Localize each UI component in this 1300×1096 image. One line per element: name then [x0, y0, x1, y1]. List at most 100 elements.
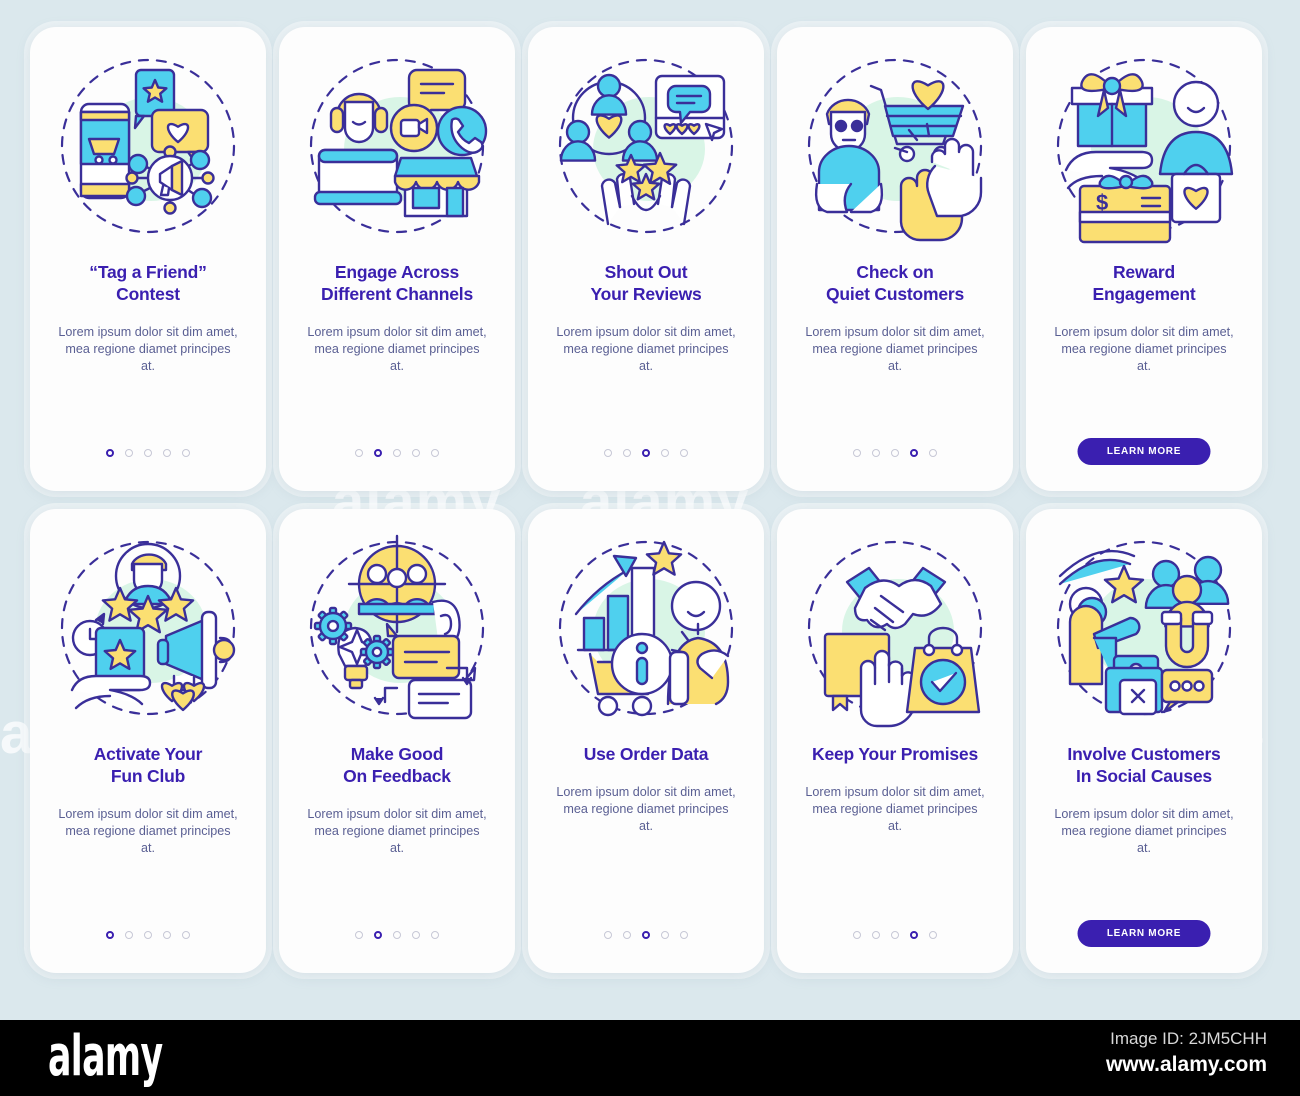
card-title-line: Make Good [350, 744, 444, 764]
pagination-dot[interactable] [929, 449, 937, 457]
pagination-dot[interactable] [623, 931, 631, 939]
card-title-line: Fun Club [110, 766, 186, 786]
pagination-dot[interactable] [431, 449, 439, 457]
pagination-dots [777, 931, 1013, 939]
card-title-line: Quiet Customers [826, 284, 964, 304]
pagination-dot[interactable] [125, 931, 133, 939]
illustration-quiet-customers [807, 58, 983, 242]
card-title: Activate Your Fun Club [48, 743, 248, 787]
card-title-line: Engage Across [334, 262, 460, 282]
illustration-shout-out-reviews [558, 58, 734, 234]
card-illustration [528, 519, 764, 737]
pagination-dots [528, 449, 764, 457]
pagination-dot-active[interactable] [106, 449, 114, 457]
card-title: Keep Your Promises [795, 743, 995, 765]
illustration-engage-channels [309, 58, 488, 234]
onboarding-card-involve-customers-in-social-causes[interactable]: Involve Customers In Social Causes Lorem i… [1026, 509, 1262, 973]
pagination-dot-active[interactable] [642, 449, 650, 457]
card-title: Make Good On Feedback [297, 743, 497, 787]
card-illustration [279, 37, 515, 255]
pagination-dot[interactable] [872, 449, 880, 457]
pagination-dot-active[interactable] [374, 931, 382, 939]
learn-more-button[interactable]: LEARN MORE [1077, 438, 1211, 465]
onboarding-card-shout-out-your-reviews[interactable]: Shout Out Your Reviews Lorem ipsum dolor s… [528, 27, 764, 491]
pagination-dot[interactable] [355, 449, 363, 457]
pagination-dots [279, 449, 515, 457]
pagination-dot[interactable] [431, 931, 439, 939]
pagination-dot[interactable] [604, 449, 612, 457]
card-title-line: In Social Causes [1076, 766, 1212, 786]
pagination-dot-active[interactable] [910, 449, 918, 457]
pagination-dot-active[interactable] [374, 449, 382, 457]
pagination-dot[interactable] [393, 931, 401, 939]
onboarding-screens-grid: “Tag a Friend” Contest Lorem ipsum dolor s… [30, 27, 1270, 973]
pagination-dot[interactable] [891, 931, 899, 939]
card-title-line: Keep Your Promises [812, 744, 978, 764]
card-body-text: Lorem ipsum dolor sit dim amet, mea regi… [1054, 325, 1234, 373]
pagination-dot[interactable] [661, 931, 669, 939]
card-illustration [528, 37, 764, 255]
illustration-tag-a-friend [60, 58, 236, 234]
website-label: www.alamy.com [1105, 1053, 1267, 1076]
card-body-text: Lorem ipsum dolor sit dim amet, mea regi… [805, 785, 985, 833]
onboarding-card-activate-your-fun-club[interactable]: Activate Your Fun Club Lorem ipsum dolor s… [30, 509, 266, 973]
pagination-dot-active[interactable] [106, 931, 114, 939]
card-title-line: Activate Your [93, 744, 203, 764]
card-illustration [279, 519, 515, 737]
illustration-use-order-data [558, 540, 734, 717]
pagination-dot[interactable] [355, 931, 363, 939]
pagination-dot[interactable] [853, 449, 861, 457]
pagination-dot[interactable] [891, 449, 899, 457]
card-title: “Tag a Friend” Contest [48, 261, 248, 305]
poster-canvas: alamy alamy alamy a “Tag a Friend”Contes… [0, 0, 1300, 1020]
pagination-dots [30, 931, 266, 939]
card-illustration [777, 519, 1013, 737]
pagination-dot[interactable] [182, 931, 190, 939]
card-title: Use Order Data [546, 743, 746, 765]
pagination-dot[interactable] [680, 449, 688, 457]
onboarding-card-use-order-data[interactable]: Use Order Data Lorem ipsum dolor sit dim … [528, 509, 764, 973]
card-body-text: Lorem ipsum dolor sit dim amet, mea regi… [805, 325, 985, 373]
pagination-dot[interactable] [661, 449, 669, 457]
pagination-dot[interactable] [412, 449, 420, 457]
pagination-dot[interactable] [872, 931, 880, 939]
learn-more-button[interactable]: LEARN MORE [1077, 920, 1211, 947]
pagination-dot[interactable] [623, 449, 631, 457]
pagination-dot[interactable] [604, 931, 612, 939]
onboarding-card-reward-engagement[interactable]: $ Reward Engagement Lorem ipsum dolor sit d… [1026, 27, 1262, 491]
card-title-line: “Tag a Friend” [89, 262, 207, 282]
onboarding-card-check-on-quiet-customers[interactable]: Check on Quiet Customers Lorem ipsum dolor… [777, 27, 1013, 491]
pagination-dots [528, 931, 764, 939]
card-title-line: Involve Customers [1067, 744, 1221, 764]
pagination-dot[interactable] [412, 931, 420, 939]
pagination-dot[interactable] [929, 931, 937, 939]
pagination-dot[interactable] [144, 449, 152, 457]
card-title-line: Reward [1112, 262, 1175, 282]
illustration-reward-engagement: $ [1056, 58, 1234, 244]
pagination-dot[interactable] [393, 449, 401, 457]
card-title: Engage Across Different Channels [297, 261, 497, 305]
pagination-dots [777, 449, 1013, 457]
card-illustration [777, 37, 1013, 255]
onboarding-card-keep-your-promises[interactable]: Keep Your Promises Lorem ipsum dolor sit … [777, 509, 1013, 973]
card-body-text: Lorem ipsum dolor sit dim amet, mea regi… [307, 325, 487, 373]
pagination-dot-active[interactable] [642, 931, 650, 939]
pagination-dot[interactable] [144, 931, 152, 939]
onboarding-card-tag-a-friend-contest[interactable]: “Tag a Friend” Contest Lorem ipsum dolor s… [30, 27, 266, 491]
card-illustration [30, 519, 266, 737]
card-body-text: Lorem ipsum dolor sit dim amet, mea regi… [58, 807, 238, 855]
pagination-dot[interactable] [680, 931, 688, 939]
card-body-text: Lorem ipsum dolor sit dim amet, mea regi… [1054, 807, 1234, 855]
pagination-dot[interactable] [125, 449, 133, 457]
card-title-line: Shout Out [604, 262, 688, 282]
pagination-dot[interactable] [163, 449, 171, 457]
onboarding-card-make-good-on-feedback[interactable]: Make Good On Feedback Lorem ipsum dolor si… [279, 509, 515, 973]
pagination-dot[interactable] [163, 931, 171, 939]
pagination-dot[interactable] [182, 449, 190, 457]
card-body-text: Lorem ipsum dolor sit dim amet, mea regi… [307, 807, 487, 855]
onboarding-card-engage-across-different-channels[interactable]: Engage Across Different Channels Lorem ips… [279, 27, 515, 491]
card-title-line: Check on [856, 262, 934, 282]
card-title-line: Engagement [1092, 284, 1196, 304]
pagination-dot[interactable] [853, 931, 861, 939]
pagination-dot-active[interactable] [910, 931, 918, 939]
